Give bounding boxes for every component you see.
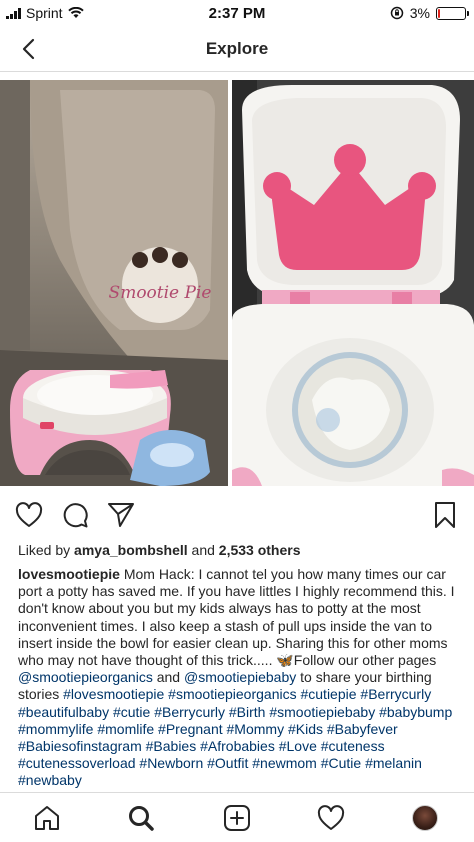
- bookmark-icon: [435, 502, 455, 528]
- share-button[interactable]: [104, 498, 138, 532]
- mention-link[interactable]: @smootiepieorganics: [18, 669, 153, 685]
- heart-icon: [317, 805, 345, 830]
- post-image[interactable]: Smootie Pie: [0, 80, 474, 486]
- avatar: [412, 805, 438, 831]
- tab-home[interactable]: [30, 801, 64, 835]
- home-icon: [35, 806, 59, 830]
- photo-potty-crown-lid: [232, 80, 474, 486]
- orientation-lock-icon: [390, 6, 404, 20]
- heart-icon: [15, 502, 43, 527]
- caption-username[interactable]: lovesmootiepie: [18, 566, 120, 582]
- paper-plane-icon: [108, 503, 134, 527]
- nav-header: Explore: [0, 26, 474, 72]
- plus-square-icon: [224, 805, 250, 831]
- likes-connector: and: [191, 542, 215, 558]
- comment-button[interactable]: [58, 498, 92, 532]
- comment-icon: [63, 503, 88, 528]
- tab-search[interactable]: [124, 801, 158, 835]
- mention-link[interactable]: @smootiepiebaby: [184, 669, 296, 685]
- post-action-bar: [0, 496, 474, 536]
- battery-level: [438, 8, 440, 18]
- battery-percent: 3%: [409, 5, 430, 21]
- potty-car-illustration: Smootie Pie: [0, 80, 228, 486]
- tab-activity[interactable]: [314, 801, 348, 835]
- post-caption: lovesmootiepie Mom Hack: I cannot tel yo…: [18, 566, 458, 790]
- logo-text: Smootie Pie: [109, 283, 212, 303]
- photo-potty-in-car: Smootie Pie: [0, 80, 228, 486]
- likes-summary: Liked by amya_bombshell and 2,533 others: [18, 542, 301, 558]
- likes-prefix: Liked by: [18, 542, 71, 558]
- hashtags[interactable]: #lovesmootiepie #smootiepieorganics #cut…: [18, 686, 452, 788]
- tab-profile[interactable]: [408, 801, 442, 835]
- page-title: Explore: [205, 39, 269, 58]
- bottom-tab-bar: [0, 792, 474, 842]
- potty-crown-illustration: [232, 80, 474, 486]
- save-button[interactable]: [428, 498, 462, 532]
- battery-icon: [436, 6, 469, 20]
- like-button[interactable]: [12, 498, 46, 532]
- caption-and: and: [156, 669, 181, 686]
- likes-count[interactable]: 2,533 others: [219, 542, 301, 558]
- liked-by-user[interactable]: amya_bombshell: [74, 542, 188, 558]
- battery-info: 3%: [390, 5, 469, 21]
- status-bar: Sprint 2:37 PM 3%: [0, 0, 474, 26]
- search-icon: [129, 806, 154, 831]
- tab-new-post[interactable]: [220, 801, 254, 835]
